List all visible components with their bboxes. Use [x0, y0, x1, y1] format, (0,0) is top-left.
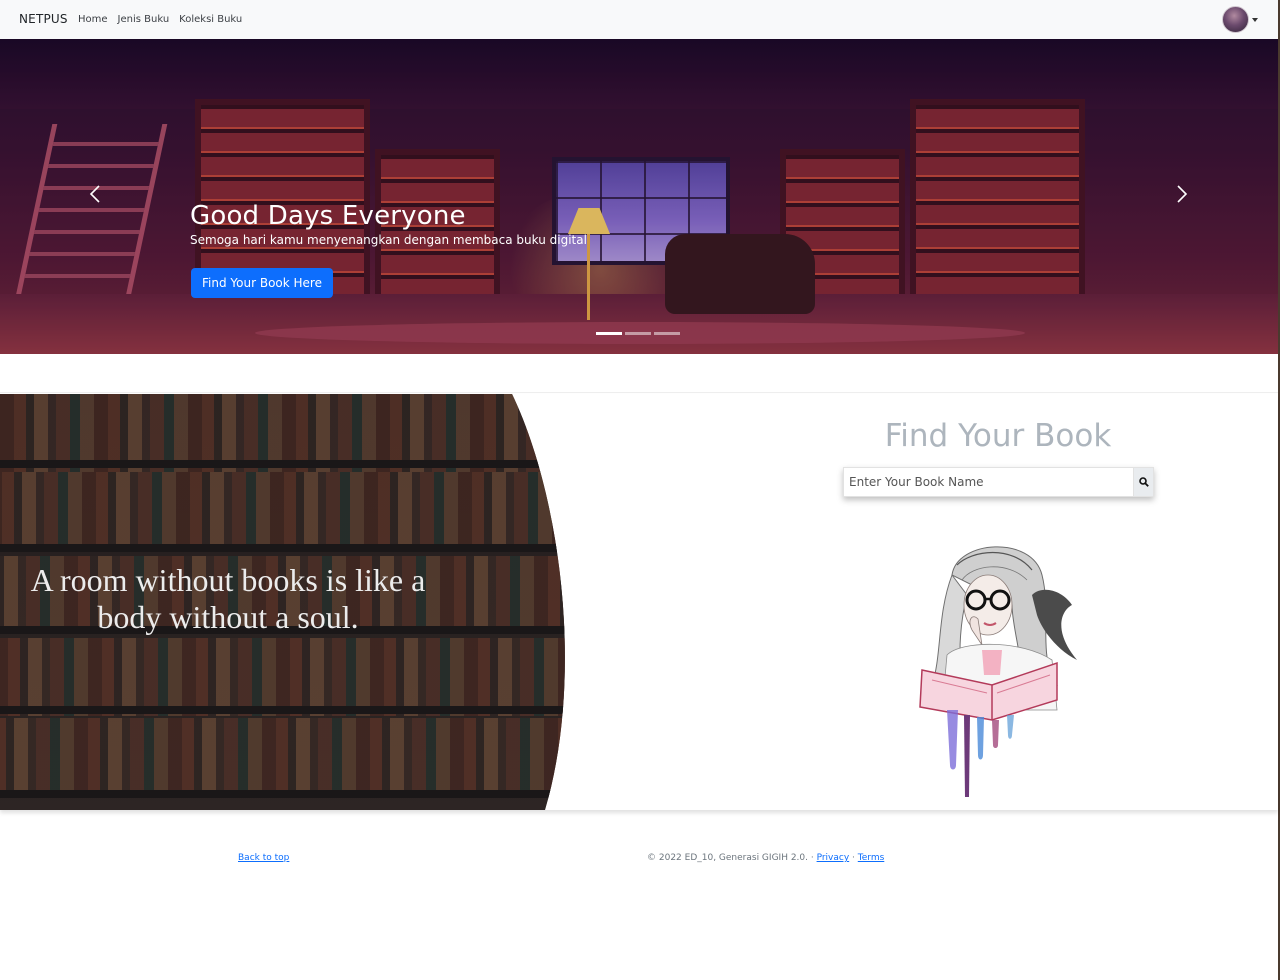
find-your-book-title: Find Your Book [884, 418, 1112, 454]
footer-back-to-top: Back to top [238, 853, 289, 863]
chevron-right-icon [1177, 185, 1188, 203]
carousel-indicator-2[interactable] [625, 332, 651, 335]
carousel-title: Good Days Everyone [190, 201, 466, 231]
carousel-prev-button[interactable] [85, 179, 105, 209]
carousel-next-button[interactable] [1172, 179, 1192, 209]
navbar: NETPUS Home Jenis Buku Koleksi Buku [0, 0, 1278, 39]
book-search-input[interactable] [843, 467, 1133, 497]
chevron-left-icon [89, 185, 100, 203]
carousel-indicators [596, 332, 680, 335]
search-button[interactable] [1133, 467, 1154, 497]
hero-carousel: Good Days Everyone Semoga hari kamu meny… [0, 39, 1278, 354]
nav-link-koleksi-buku[interactable]: Koleksi Buku [179, 14, 242, 25]
footer-separator: · [849, 853, 858, 863]
bookshelf-image: A room without books is like a body with… [0, 394, 570, 810]
footer-copyright: © 2022 ED_10, Generasi GIGIH 2.0. · Priv… [647, 853, 884, 863]
book-search-group [843, 467, 1154, 497]
section-divider [0, 392, 1278, 393]
carousel-indicator-3[interactable] [654, 332, 680, 335]
quote-text: A room without books is like a body with… [30, 562, 426, 635]
copyright-text: © 2022 ED_10, Generasi GIGIH 2.0. · [647, 853, 817, 863]
carousel-caption: Good Days Everyone Semoga hari kamu meny… [190, 201, 587, 298]
carousel-subtitle: Semoga hari kamu menyenangkan dengan mem… [190, 233, 587, 247]
search-icon [1138, 477, 1149, 487]
terms-link[interactable]: Terms [858, 853, 885, 863]
nav-links: Home Jenis Buku Koleksi Buku [78, 14, 242, 25]
nav-link-jenis-buku[interactable]: Jenis Buku [118, 14, 170, 25]
user-menu-toggle[interactable] [1222, 6, 1258, 33]
back-to-top-link[interactable]: Back to top [238, 853, 289, 863]
girl-reading-illustration [919, 546, 1077, 797]
find-your-book-here-button[interactable]: Find Your Book Here [191, 268, 333, 298]
carousel-indicator-1[interactable] [596, 332, 622, 335]
caret-down-icon [1252, 17, 1258, 22]
privacy-link[interactable]: Privacy [817, 853, 850, 863]
hero-overlay [0, 39, 1278, 354]
avatar [1222, 6, 1249, 33]
nav-link-home[interactable]: Home [78, 14, 108, 25]
brand-logo[interactable]: NETPUS [19, 12, 68, 26]
